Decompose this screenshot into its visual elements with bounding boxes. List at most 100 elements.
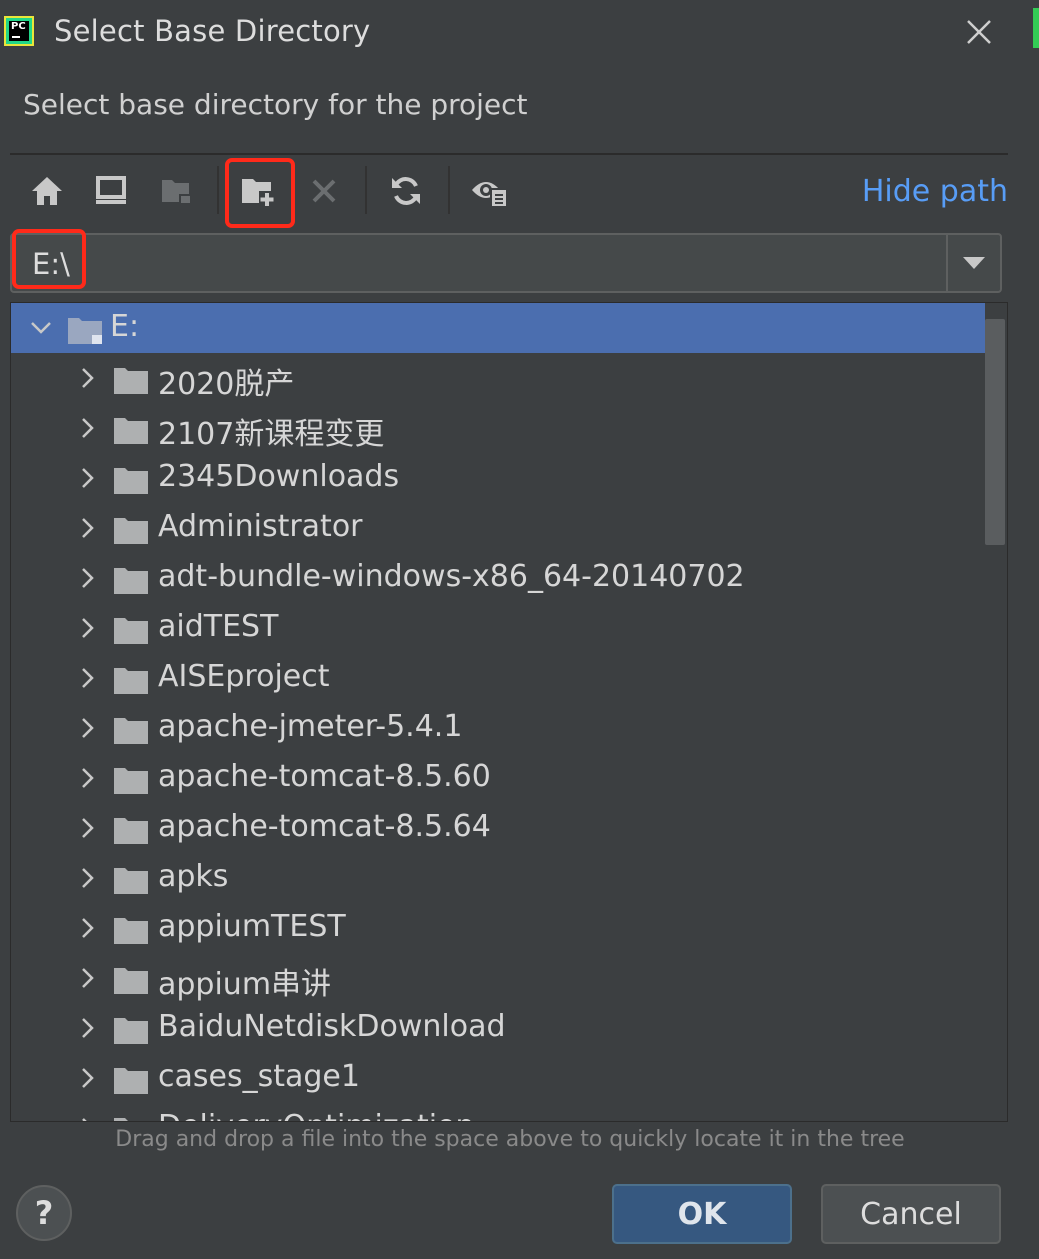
tree-item[interactable]: 2020脱产: [11, 353, 985, 403]
tree-item-label: aidTEST: [158, 609, 279, 644]
folder-icon: [114, 568, 148, 594]
toolbar-separator: [217, 166, 219, 214]
pycharm-logo-icon: PC: [4, 16, 34, 46]
folder-icon: [114, 968, 148, 994]
chevron-right-icon[interactable]: [75, 716, 99, 740]
tree-item-label: adt-bundle-windows-x86_64-20140702: [158, 559, 745, 594]
chevron-right-icon[interactable]: [75, 616, 99, 640]
tree-item-label: BaiduNetdiskDownload: [158, 1009, 506, 1044]
help-button[interactable]: ?: [16, 1185, 72, 1241]
folder-icon: [114, 918, 148, 944]
tree-item[interactable]: BaiduNetdiskDownload: [11, 1003, 985, 1053]
tree-item-label: apache-tomcat-8.5.64: [158, 809, 491, 844]
project-folder-button[interactable]: [152, 166, 202, 216]
close-button[interactable]: [960, 13, 998, 51]
tree-item-label: cases_stage1: [158, 1059, 360, 1094]
chevron-right-icon[interactable]: [75, 466, 99, 490]
chevron-down-icon[interactable]: [29, 316, 53, 340]
dialog-description: Select base directory for the project: [23, 88, 528, 121]
tree-item[interactable]: appiumTEST: [11, 903, 985, 953]
chevron-right-icon[interactable]: [75, 816, 99, 840]
path-dropdown-button[interactable]: [946, 235, 1000, 291]
new-folder-icon: [242, 179, 277, 207]
delete-button[interactable]: [299, 166, 349, 216]
project-folder-icon: [162, 180, 191, 204]
tree-root-item[interactable]: E:: [11, 303, 985, 353]
home-icon: [32, 177, 62, 205]
delete-icon: [312, 179, 336, 203]
app-logo-text: PC: [11, 21, 26, 32]
tree-item-label: 2020脱产: [158, 367, 295, 402]
tree-item[interactable]: aidTEST: [11, 603, 985, 653]
chevron-right-icon[interactable]: [75, 866, 99, 890]
show-hidden-files-button[interactable]: [465, 166, 515, 216]
desktop-button[interactable]: [86, 166, 136, 216]
chevron-right-icon[interactable]: [75, 966, 99, 990]
tree-scrollbar[interactable]: [985, 303, 1007, 1121]
tree-item[interactable]: AISEproject: [11, 653, 985, 703]
tree-item[interactable]: 2107新课程变更: [11, 403, 985, 453]
folder-icon: [114, 518, 148, 544]
tree-item-label: 2107新课程变更: [158, 417, 385, 452]
tree-item-label: E:: [110, 309, 140, 344]
cancel-button[interactable]: Cancel: [821, 1184, 1001, 1244]
chevron-right-icon[interactable]: [75, 1016, 99, 1040]
tree-item-label: apks: [158, 859, 229, 894]
chevron-right-icon[interactable]: [75, 1066, 99, 1090]
scroll-thumb[interactable]: [985, 319, 1005, 545]
tree-item-label: Administrator: [158, 509, 363, 544]
tree-item-label: apache-jmeter-5.4.1: [158, 709, 463, 744]
chevron-right-icon[interactable]: [75, 1116, 99, 1122]
chevron-right-icon[interactable]: [75, 366, 99, 390]
select-base-directory-dialog: PC Select Base Directory Select base dir…: [0, 0, 1039, 1259]
toolbar-separator: [448, 166, 450, 214]
tree-item[interactable]: adt-bundle-windows-x86_64-20140702: [11, 553, 985, 603]
folder-icon: [114, 1118, 148, 1121]
folder-icon: [114, 1018, 148, 1044]
chevron-right-icon[interactable]: [75, 566, 99, 590]
chevron-right-icon[interactable]: [75, 666, 99, 690]
drive-folder-icon: [68, 318, 102, 344]
hide-path-link[interactable]: Hide path: [862, 174, 1008, 209]
folder-icon: [114, 618, 148, 644]
toolbar: Hide path: [10, 158, 1008, 228]
chevron-right-icon[interactable]: [75, 416, 99, 440]
folder-icon: [114, 668, 148, 694]
tree-item[interactable]: cases_stage1: [11, 1053, 985, 1103]
drag-drop-hint: Drag and drop a file into the space abov…: [115, 1127, 905, 1152]
path-input[interactable]: [12, 235, 968, 293]
tree-item-label: AISEproject: [158, 659, 330, 694]
tree-item-label: 2345Downloads: [158, 459, 400, 494]
refresh-button[interactable]: [381, 166, 431, 216]
folder-icon: [114, 818, 148, 844]
tree-item[interactable]: apache-tomcat-8.5.64: [11, 803, 985, 853]
directory-tree[interactable]: E: 2020脱产 2107新课程变更 2345Downloads Administra…: [10, 302, 1008, 1122]
new-folder-button[interactable]: [234, 166, 284, 216]
tree-item[interactable]: Administrator: [11, 503, 985, 553]
path-combobox: [10, 233, 1002, 293]
chevron-right-icon[interactable]: [75, 916, 99, 940]
home-button[interactable]: [22, 166, 72, 216]
chevron-right-icon[interactable]: [75, 516, 99, 540]
tree-item-label: DeliveryOptimization: [158, 1109, 474, 1121]
desktop-icon: [96, 176, 126, 204]
folder-icon: [114, 718, 148, 744]
tree-item-label: appiumTEST: [158, 909, 346, 944]
show-hidden-icon: [472, 182, 508, 208]
chevron-right-icon[interactable]: [75, 766, 99, 790]
tree-item[interactable]: apache-tomcat-8.5.60: [11, 753, 985, 803]
dialog-title: Select Base Directory: [54, 14, 371, 48]
tree-item-label: apache-tomcat-8.5.60: [158, 759, 491, 794]
folder-icon: [114, 868, 148, 894]
background-window-edge: [1033, 8, 1039, 48]
tree-item[interactable]: 2345Downloads: [11, 453, 985, 503]
tree-item[interactable]: apks: [11, 853, 985, 903]
tree-item[interactable]: appium串讲: [11, 953, 985, 1003]
tree-item-label: appium串讲: [158, 967, 332, 1002]
tree-item[interactable]: DeliveryOptimization: [11, 1103, 985, 1122]
ok-button[interactable]: OK: [612, 1184, 792, 1244]
tree-item[interactable]: apache-jmeter-5.4.1: [11, 703, 985, 753]
chevron-down-icon: [963, 257, 985, 269]
title-bar: PC Select Base Directory: [0, 0, 1039, 68]
folder-icon: [114, 418, 148, 444]
